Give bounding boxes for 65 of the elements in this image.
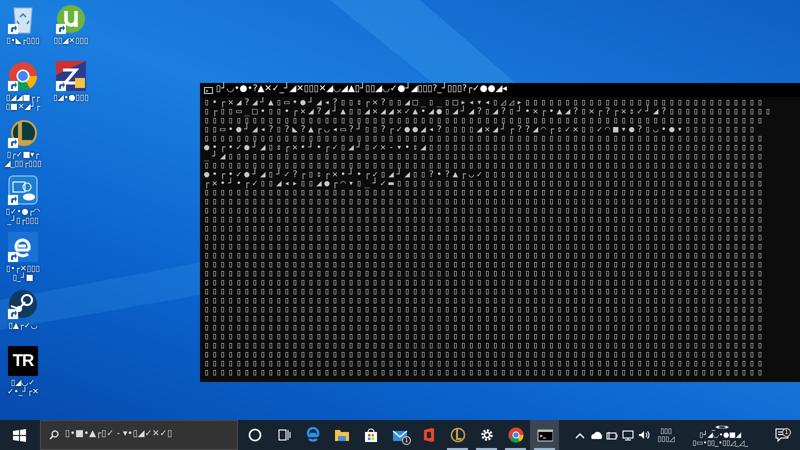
search-box[interactable]: ▯•■•▲┌▯✓ - ▾•▯◢✓✕✓▯ <box>40 420 238 450</box>
console-line: ▯▯▭•●┘◢◂?▯?◣?▲┌◡◂▭?┘▯▯?┌✓●●◢◂?▯▯▯▯◢✕◢┘┌??◢◠┌⇕✓✕▯▯✓◠■▾●?▯◡•●▾▯▯▯▯▯▯▯▯▯ <box>204 126 758 135</box>
battery-icon[interactable] <box>606 429 618 441</box>
icon-label: ▯┌✓■▾┌ ◢_▯▯┌▯▯▯ <box>4 150 42 168</box>
browser-icon[interactable] <box>8 61 38 91</box>
search-field[interactable]: ▯•■•▲┌▯✓ - ▾•▯◢✓✕✓▯ <box>65 428 235 442</box>
icon-label: ▯◢◢■┌┌ ▯■✕◢┘┌ <box>6 93 40 111</box>
browser-icon <box>508 427 524 443</box>
search-icon <box>49 430 59 440</box>
icon-label: ▯◢◡✓ ✓•_┘┌✕ <box>7 378 39 396</box>
folder-icon <box>334 427 350 443</box>
browser-icon[interactable] <box>8 232 38 262</box>
cortana-icon <box>246 427 262 443</box>
console-line: ▯▯▯▯▯▯▯▯▯▯▯▯▯▯▯▯▯▯▯▯▯▯▯▯▯▯▯▯▯▯▯▯▯▯▯▯▯▯▯▯▯▯▯▯▯▯▯▯▯▯▯▯▯▯▯▯▯▯▯▯▯▯▯▯▯▯▯▯▯▯ <box>204 288 766 297</box>
console-line: ▯▯▯▯▯▯▯▯▯▯▯▯▯▯▯▯▯▯▯▯▯▯▯▯▯▯▯▯▯▯▯▯▯▯▯▯▯▯▯▯▯▯▯▯▯▯▯▯▯▯▯▯▯▯▯▯▯▯▯▯▯▯▯▯▯▯▯▯▯▯ <box>204 225 766 234</box>
console-icon <box>204 86 213 94</box>
console-line: ▯▯▯▯▯▯▯▯▯▯▯▯▯▯▯▯▯▯▯▯▯▯▯▯▯▯▯▯▯▯▯▯▯▯▯▯▯▯▯▯▯▯▯▯▯▯▯▯▯▯▯▯▯▯▯▯▯▯▯▯▯▯▯▯▯▯▯▯▯▯ <box>204 207 766 216</box>
window-title: ▯┘◡•●•?▲✕✓_┘◢✕▯▯▯✕◢◡◢▲▯┘▯▯◢◡✓●┘◢▯▯▯?_┘▯▯▯?┌✓●●◢◂ <box>216 83 507 96</box>
console-line: ●•┌•✓●┘◢▯⇕┌✕•┘•┌✓▯◢┘▯✓✕-▾•⇕◢▯▯▯▯▯▯▯▯▯▯▯▯▯▯▯▯▯▯▯▯▯▯▯▯▯▯▯▯▯▯▯▯▯▯▯▯▯▯▯▯▯▯ <box>204 144 766 153</box>
icon-label: ▯◢•●▯▯▯ <box>53 93 89 102</box>
console-line: _┘◢▯▯▯▯▯▯▯▯▯▯▯▯▯▯▯▯▯▯▯▯▯▯▯▯▯▯▯▯▯▯▯▯▯▯▯▯▯▯▯▯▯▯▯▯▯▯▯▯▯▯▯▯▯▯▯▯▯▯▯▯▯▯▯▯▯▯▯ <box>204 153 766 162</box>
console-line: ▯▯▯▯▯▯▯▯▯▯▯▯▯▯▯▯▯▯▯▯▯▯▯▯▯▯▯▯▯▯▯▯▯▯▯▯▯▯▯▯▯▯▯▯▯▯▯▯▯▯▯▯▯▯▯▯▯▯▯▯▯▯▯▯▯▯▯▯▯▯ <box>204 189 766 198</box>
browser-icon <box>304 427 320 443</box>
console-line: ▯▯▯▯▯▯▯▯▯▯▯▯▯▯▯▯▯▯▯▯▯▯▯▯▯▯▯▯▯▯▯▯▯▯▯▯▯▯▯▯▯▯▯▯▯▯▯▯▯▯▯▯▯▯▯▯▯▯▯▯▯▯▯▯▯▯▯▯▯▯ <box>204 234 766 243</box>
console-line: ▯▯▯▯▯▯▯▯▯▯▯▯▯▯▯▯▯▯▯▯▯▯▯▯▯▯▯▯▯▯▯▯▯▯▯▯▯▯▯▯▯▯▯▯▯▯▯▯▯▯▯▯▯▯▯▯▯▯▯▯▯▯▯▯▯▯▯▯▯▯ <box>204 297 766 306</box>
shopping-bag-icon <box>362 427 378 443</box>
console-line: ▯▯▯▯▯▯▯▯▯▯▯▯▯▯▯▯▯▯▯▯▯▯▯▯▯▯▯▯▯▯▯▯▯▯▯▯▯▯▯▯▯▯▯▯▯▯▯▯▯▯▯▯▯▯▯▯▯▯▯▯▯▯▯▯▯▯▯▯▯▯ <box>204 315 766 324</box>
console-line: ▯▯▯▯▯▯▯▯▯▯▯▯▯▯▯▯▯▯▯▯▯▯▯▯▯▯▯▯▯▯▯▯▯▯▯▯▯▯▯▯▯▯▯▯▯▯▯▯▯▯▯▯▯▯▯▯▯▯▯▯▯▯▯▯▯▯▯▯▯▯ <box>204 270 766 279</box>
taskbar-button[interactable] <box>530 420 559 450</box>
icon-label: ▯•◣┌▯▯▯ <box>6 36 40 45</box>
console-line: ▯▯▯▯▯▯▯▯▯▯▯▯▯▯▯▯▯▯▯▯▯▯▯▯▯▯▯▯▯▯▯▯▯▯▯▯▯▯▯▯▯▯▯▯▯▯▯▯▯▯▯▯▯▯▯▯▯▯▯▯▯▯▯▯▯▯▯▯▯▯ <box>204 342 766 351</box>
game-logo-icon <box>450 427 466 443</box>
console-line: ▯┌▯▯▭_□•▯▯•┌✕◢?◢┘▲▯▯◢✕◢◢✕✓▲•◢●▯◢┘◢?▯◢?▯┘•✕┌•▲◢?▯✕┌?┌✕⇕✓┘◢?▯▯▯▯▯▯▯▯▯▯▯▯▯ <box>204 108 774 117</box>
settings-icon <box>478 427 494 443</box>
console-line: ▯▯▯▯▯▯▯▯▯▯▯▯▯▯▯▯▯▯▯▯▯▯▯▯▯▯▯▯▯▯▯▯▯▯▯▯▯▯▯▯▯▯▯▯▯▯▯▯▯▯▯▯▯▯▯▯▯▯▯▯▯▯▯▯▯▯▯▯▯▯ <box>204 279 766 288</box>
network-icon[interactable] <box>622 429 634 441</box>
icon-label: ▯▲┌✓◡ <box>8 321 38 330</box>
console-line: ▯▯▯▯▯▯▯▯▯▯▯▯▯▯▯▯▯▯▯▯▯▯▯▯▯▯▯▯▯▯▯▯▯▯▯▯▯▯▯▯▯▯▯▯▯▯▯▯▯▯▯▯▯▯▯▯▯▯▯▯▯▯▯▯▯▯▯▯▯▯ <box>204 360 766 369</box>
icon-label: ▯✓•●┌◠ _┘▯┌▯▯▯ <box>6 207 40 225</box>
console-line: ┌✕•┘•┌✓▯▯◢◂▸▯▯◢●┌◠▾▯_┘✓▬▯▯▯▯▯▯▯▯▯▯▯▯▯▯▯▯▯▯▯▯▯▯▯▯▯▯▯▯▯▯▯▯▯▯▯▯▯▯▯▯▯▯▯▯▯▯ <box>204 180 766 189</box>
game-logo-icon[interactable] <box>8 118 38 148</box>
console-line: ▯▯▯▯▯▯▯▯▯▯▯▯▯▯▯▯▯▯▯▯▯▯▯▯▯▯▯▯▯▯▯▯▯▯▯▯▯▯▯▯▯▯▯▯▯▯▯▯▯▯▯▯▯▯▯▯▯▯▯▯▯▯▯▯▯▯▯▯▯▯ <box>204 243 766 252</box>
steam-logo-icon[interactable] <box>8 289 38 319</box>
console-line: ▯▯▯▯▯▯▯▯▯▯▯▯▯▯▯▯▯▯▯▯▯▯▯▯▯▯▯▯▯▯▯▯▯▯▯▯▯▯▯▯▯▯▯▯▯▯▯▯▯▯▯▯▯▯▯▯▯▯▯▯▯▯▯▯▯▯▯▯▯▯ <box>204 252 766 261</box>
volume-icon[interactable] <box>638 429 650 441</box>
windows-logo-icon <box>12 428 26 442</box>
console-line: ▯▯▯▯▯▯▯▯▯▯▯▯▯▯▯▯▯▯▯▯▯▯▯▯▯▯▯▯▯▯▯▯▯▯▯▯▯▯▯▯▯▯▯▯▯▯▯▯▯▯▯▯▯▯▯▯▯▯▯▯▯▯▯▯▯▯▯▯▯▯ <box>204 351 766 360</box>
console-line: ▯▯▯▯▯▯▯▯▯▯▯▯▯▯▯▯▯▯▯▯▯▯▯▯▯▯▯▯▯▯▯▯▯▯▯▯▯▯▯▯▯▯▯▯▯▯▯▯▯▯▯▯▯▯▯▯▯▯▯▯▯▯▯▯▯▯▯▯▯▯ <box>204 198 766 207</box>
app-logo-tile[interactable]: TR <box>8 346 38 376</box>
console-icon <box>536 427 552 443</box>
console-line: ▯▯▯▯▯▯▯▯▯▯▯▯▯▯▯▯▯▯▯▯▯▯▯▯▯▯▯▯▯▯▯▯▯▯▯▯▯▯▯▯▯▯▯▯▯▯▯▯▯▯▯▯▯▯▯▯▯▯▯▯▯▯▯▯▯▯▯▯▯▯ <box>204 369 766 378</box>
task-view-icon <box>276 427 292 443</box>
icon-label: ▯•┌✕▯▯▯ ▯_┘■ <box>6 264 40 282</box>
notification-icon <box>775 428 789 442</box>
icon-label: ▯▯◢✕▯▯▯ <box>54 36 88 45</box>
console-line: ▯▯▯▯▯▯▯▯▯▯▯▯▯▯▯▯▯▯▯▯▯▯▯▯▯▯▯▯▯▯▯▯▯▯▯▯▯▯▯▯▯▯▯▯▯▯▯▯▯▯▯▯▯▯▯▯▯▯▯▯▯▯▯▯▯▯▯▯▯▯ <box>204 324 766 333</box>
console-line: ●•┌•✓●┘◢▯┘✓?┌▯⇕┌✕•┘•┌✓▯◢┘◢▯▯?•?▲┌◡✓▯▯▯▯▯▯▯▯▯▯▯▯▯▯▯▯▯▯▯▯▯▯▯▯▯▯▯▯▯▯▯▯▯▯▯ <box>204 171 766 180</box>
round-logo-icon[interactable] <box>56 4 86 34</box>
console-line: ▯▯▯▯▯▯▯▯▯▯▯▯▯▯▯▯▯▯▯▯▯▯▯▯▯▯▯▯▯▯▯▯▯▯▯▯▯▯▯▯▯▯▯▯▯▯▯▯▯▯▯▯▯▯▯▯▯▯▯▯▯▯▯▯▯▯▯▯▯▯ <box>204 333 766 342</box>
console-line: ▯▯▯▯▯▯▯▯▯▯▯▯▯▯▯▯▯▯▯▯▯▯▯▯▯▯▯▯▯▯▯▯▯▯▯▯▯▯▯▯▯▯▯▯▯▯▯▯▯▯▯▯▯▯▯▯▯▯▯▯▯▯▯▯▯▯▯▯▯▯ <box>204 216 766 225</box>
console-line: ▯▯▯▯▯▯▯▯▯▯▯▯▯▯▯▯▯▯▯▯▯▯▯▯▯▯▯▯▯▯▯▯▯▯▯▯▯▯▯▯▯▯▯▯▯▯▯▯▯▯▯▯▯▯▯▯▯▯▯▯▯▯▯▯▯▯▯▯▯▯ <box>204 306 766 315</box>
monitor-icon[interactable] <box>8 175 38 205</box>
cloud-icon[interactable] <box>590 429 602 441</box>
console-line: ▯▯▯▯▯▯▯▯▯▯▯▯▯▯▯▯▯▯▯▯▯▯▯▯▯▯▯▯▯▯▯▯▯▯▯▯▯▯▯▯▯▯▯▯▯▯▯▯▯▯▯▯▯▯▯▯▯▯▯▯▯▯▯▯▯▯▯▯▯▯ <box>204 261 766 270</box>
square-logo-icon[interactable] <box>56 61 86 91</box>
